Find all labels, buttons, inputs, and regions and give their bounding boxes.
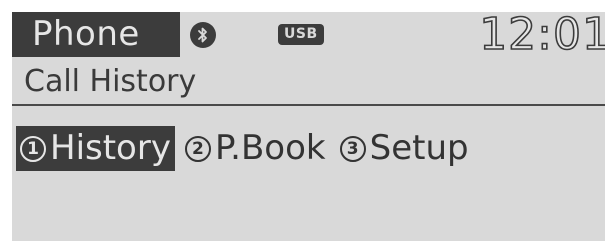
menu-item-label: Setup (369, 128, 469, 168)
menu-item-label: History (50, 128, 171, 168)
bluetooth-icon (190, 22, 216, 48)
menu: 1 History 2 P.Book 3 Setup (16, 126, 479, 171)
screen-title: Call History (24, 64, 197, 99)
menu-item-phonebook[interactable]: 2 P.Book (181, 126, 330, 171)
number-1-icon: 1 (20, 135, 46, 162)
app-title: Phone (12, 12, 180, 57)
menu-item-setup[interactable]: 3 Setup (336, 126, 473, 171)
clock: 12:01 (478, 12, 605, 60)
number-2-icon: 2 (184, 135, 211, 162)
head-unit-display: Phone USB 12:01 Call History 1 History 2… (12, 12, 605, 241)
usb-icon: USB (278, 24, 324, 45)
status-bar: Phone USB 12:01 (12, 12, 605, 60)
divider (12, 104, 605, 106)
number-3-icon: 3 (339, 135, 366, 162)
menu-item-label: P.Book (214, 128, 326, 168)
menu-item-history[interactable]: 1 History (16, 126, 175, 171)
